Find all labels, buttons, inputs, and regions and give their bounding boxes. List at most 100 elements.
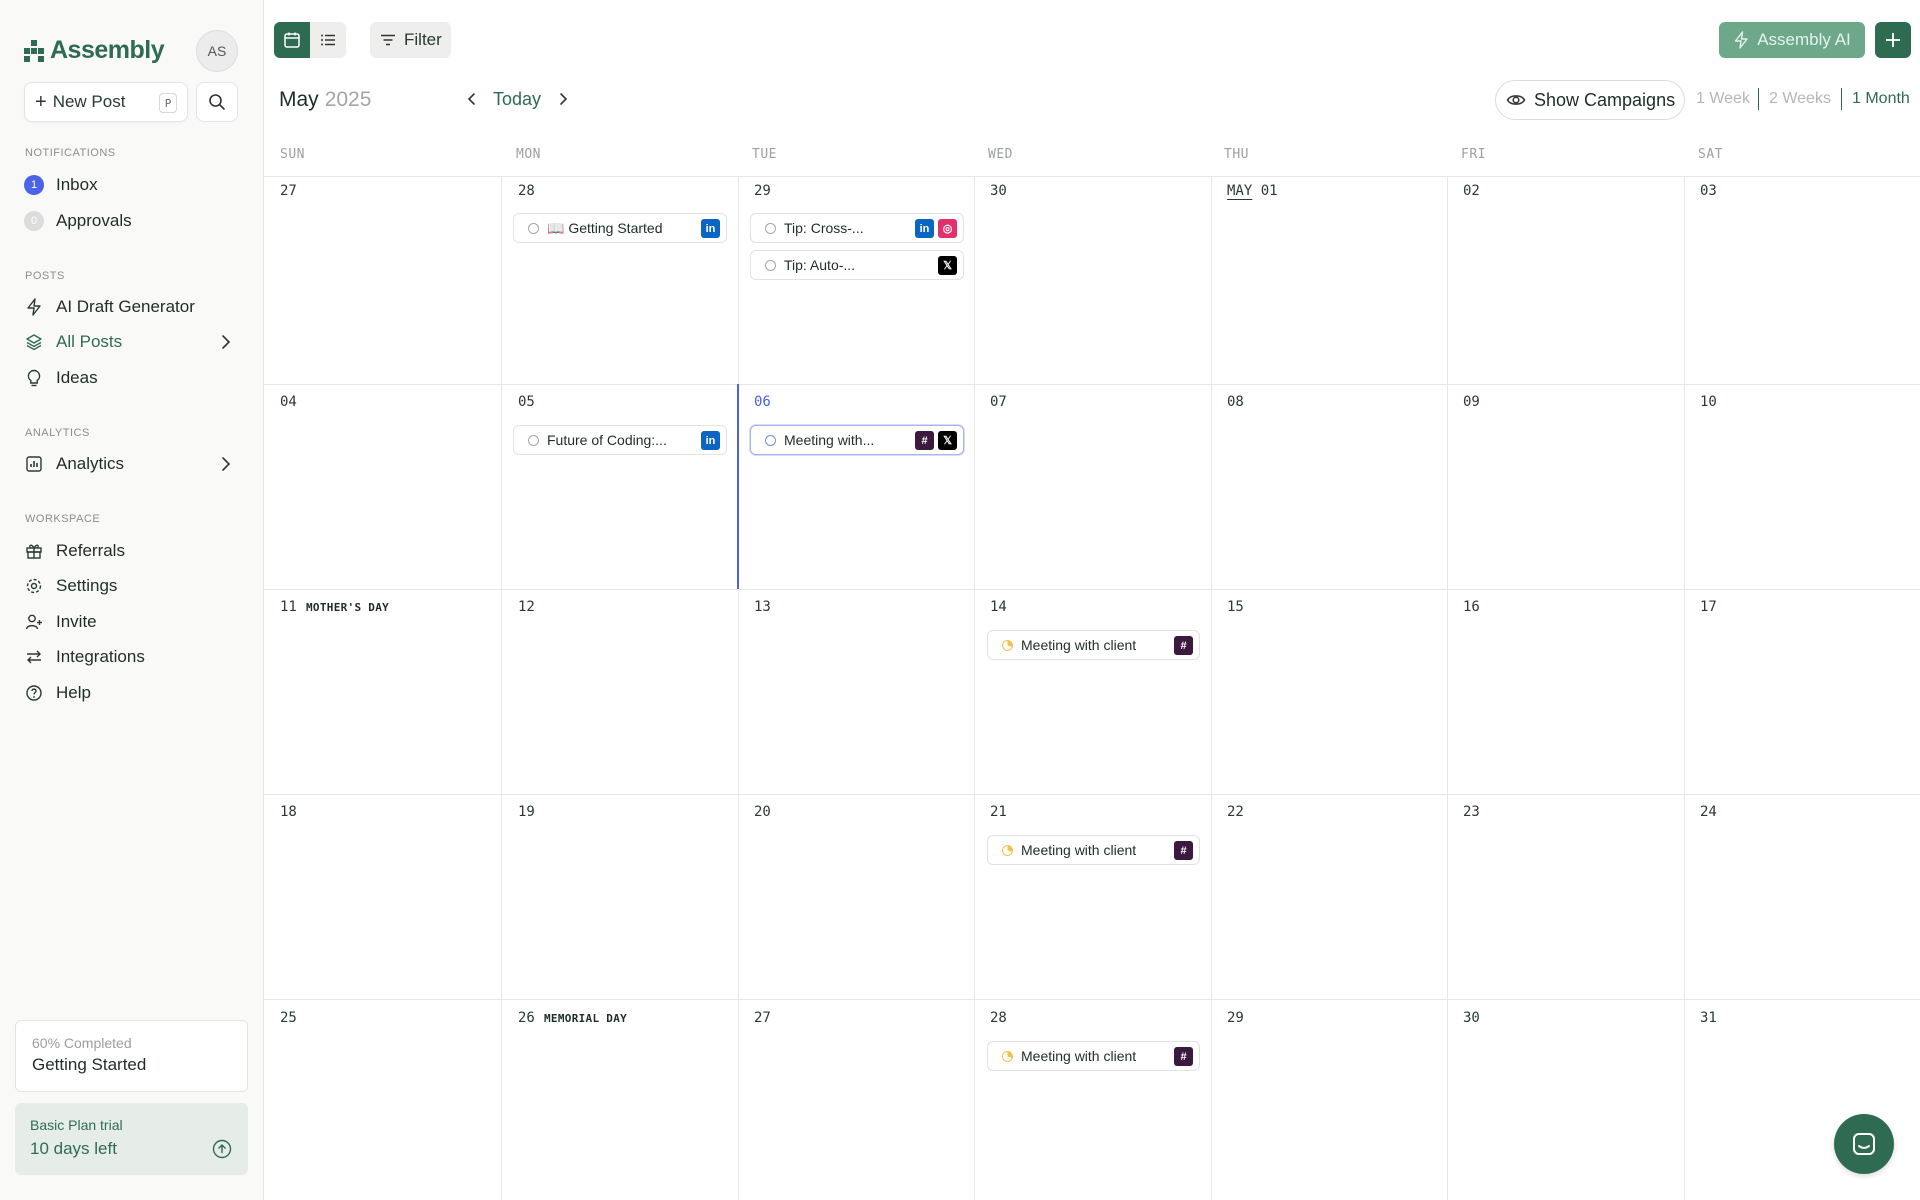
show-campaigns-button[interactable]: Show Campaigns	[1495, 80, 1685, 120]
day-number[interactable]: 23	[1463, 804, 1480, 820]
progress-status: 60% Completed	[32, 1035, 132, 1051]
day-number[interactable]: 26	[518, 1010, 535, 1026]
calendar-week-row	[264, 999, 1920, 1000]
sidebar-item-all-posts[interactable]: All Posts	[24, 326, 240, 358]
day-number[interactable]: 13	[754, 599, 771, 615]
chevron-left-icon[interactable]	[464, 90, 480, 108]
day-number[interactable]: 18	[280, 804, 297, 820]
slack-icon: #	[1174, 841, 1193, 860]
range-1-month[interactable]: 1 Month	[1852, 90, 1910, 108]
layers-icon	[24, 332, 44, 352]
sidebar-item-inbox[interactable]: 1 Inbox	[24, 169, 240, 201]
day-number[interactable]: 30	[990, 183, 1007, 199]
day-number[interactable]: 12	[518, 599, 535, 615]
user-avatar[interactable]: AS	[196, 30, 238, 72]
day-number[interactable]: 03	[1700, 183, 1717, 199]
day-number[interactable]: 10	[1700, 394, 1717, 410]
day-number[interactable]: 19	[518, 804, 535, 820]
brand-name: Assembly	[50, 36, 165, 64]
arrows-icon	[24, 647, 44, 667]
post-title: Tip: Cross-...	[784, 220, 864, 236]
chat-icon	[1853, 1133, 1875, 1155]
post-chip-meeting-selected[interactable]: Meeting with... # 𝕏	[750, 425, 964, 455]
sidebar-item-ai-draft-generator[interactable]: AI Draft Generator	[24, 291, 240, 323]
day-number[interactable]: 09	[1463, 394, 1480, 410]
sidebar-item-integrations[interactable]: Integrations	[24, 641, 240, 673]
day-number-today[interactable]: 06	[754, 394, 771, 410]
sidebar-item-label: Analytics	[56, 454, 125, 473]
day-number[interactable]: 11	[280, 599, 297, 615]
slack-icon: #	[1174, 1047, 1193, 1066]
calendar-view-button[interactable]	[274, 22, 310, 58]
sidebar-item-invite[interactable]: Invite	[24, 606, 240, 638]
sidebar-item-referrals[interactable]: Referrals	[24, 535, 240, 567]
upgrade-arrow-icon	[212, 1139, 232, 1159]
sidebar-item-ideas[interactable]: Ideas	[24, 362, 240, 394]
sidebar-item-approvals[interactable]: 0 Approvals	[24, 205, 240, 237]
post-chip-meeting-14[interactable]: Meeting with client #	[987, 630, 1200, 660]
today-column-marker	[737, 384, 739, 589]
day-number[interactable]: 16	[1463, 599, 1480, 615]
today-button[interactable]: Today	[493, 89, 541, 110]
chevron-right-icon[interactable]	[555, 90, 571, 108]
post-chip-future-of-coding[interactable]: Future of Coding:... in	[513, 425, 727, 455]
column-divider	[974, 176, 975, 1200]
day-number[interactable]: 17	[1700, 599, 1717, 615]
day-number[interactable]: 02	[1463, 183, 1480, 199]
day-number[interactable]: 28	[518, 183, 535, 199]
trial-card[interactable]: Basic Plan trial 10 days left	[15, 1103, 248, 1175]
post-chip-getting-started[interactable]: 📖 Getting Started in	[513, 213, 727, 243]
assembly-ai-button[interactable]: Assembly AI	[1719, 22, 1865, 58]
weekday-tue: TUE	[752, 147, 777, 162]
day-number[interactable]: 27	[754, 1010, 771, 1026]
day-number[interactable]: 22	[1227, 804, 1244, 820]
search-icon	[209, 94, 225, 110]
day-number[interactable]: 08	[1227, 394, 1244, 410]
day-number[interactable]: 15	[1227, 599, 1244, 615]
post-title: Tip: Auto-...	[784, 257, 856, 273]
list-view-button[interactable]	[310, 22, 346, 58]
create-button[interactable]	[1875, 22, 1911, 58]
chevron-right-icon	[222, 335, 231, 349]
range-2-weeks[interactable]: 2 Weeks	[1769, 90, 1831, 108]
search-button[interactable]	[196, 82, 238, 122]
post-chip-meeting-28[interactable]: Meeting with client #	[987, 1041, 1200, 1071]
day-number[interactable]: 14	[990, 599, 1007, 615]
plus-icon	[1886, 33, 1900, 47]
post-chip-tip-cross[interactable]: Tip: Cross-... in ◎	[750, 213, 964, 243]
holiday-label: MEMORIAL DAY	[544, 1012, 628, 1025]
sidebar-item-settings[interactable]: Settings	[24, 570, 240, 602]
new-post-button[interactable]: + New Post P	[24, 82, 188, 122]
range-1-week[interactable]: 1 Week	[1696, 90, 1750, 108]
day-number[interactable]: 29	[754, 183, 771, 199]
day-number[interactable]: 31	[1700, 1010, 1717, 1026]
day-number[interactable]: 04	[280, 394, 297, 410]
day-number-may-1[interactable]: MAY 01	[1227, 183, 1278, 199]
assembly-logo[interactable]: Assembly	[24, 36, 165, 65]
post-chip-tip-auto[interactable]: Tip: Auto-... 𝕏	[750, 250, 964, 280]
support-chat-button[interactable]	[1834, 1114, 1894, 1174]
day-number[interactable]: 25	[280, 1010, 297, 1026]
filter-button[interactable]: Filter	[370, 22, 451, 58]
eye-icon	[1506, 95, 1526, 105]
instagram-icon: ◎	[938, 219, 957, 238]
day-number[interactable]: 20	[754, 804, 771, 820]
day-number[interactable]: 24	[1700, 804, 1717, 820]
approvals-count-badge: 0	[24, 211, 44, 231]
range-divider	[1841, 88, 1842, 110]
day-number[interactable]: 29	[1227, 1010, 1244, 1026]
trial-plan: Basic Plan trial	[30, 1117, 123, 1133]
range-divider	[1758, 88, 1759, 110]
day-number[interactable]: 28	[990, 1010, 1007, 1026]
sidebar-item-analytics[interactable]: Analytics	[24, 448, 240, 480]
day-number[interactable]: 27	[280, 183, 297, 199]
day-number[interactable]: 21	[990, 804, 1007, 820]
post-chip-meeting-21[interactable]: Meeting with client #	[987, 835, 1200, 865]
day-number[interactable]: 05	[518, 394, 535, 410]
sidebar-item-help[interactable]: Help	[24, 677, 240, 709]
sidebar-item-label: Integrations	[56, 647, 145, 666]
getting-started-card[interactable]: 60% Completed Getting Started	[15, 1020, 248, 1092]
day-number[interactable]: 07	[990, 394, 1007, 410]
column-divider	[1211, 176, 1212, 1200]
day-number[interactable]: 30	[1463, 1010, 1480, 1026]
